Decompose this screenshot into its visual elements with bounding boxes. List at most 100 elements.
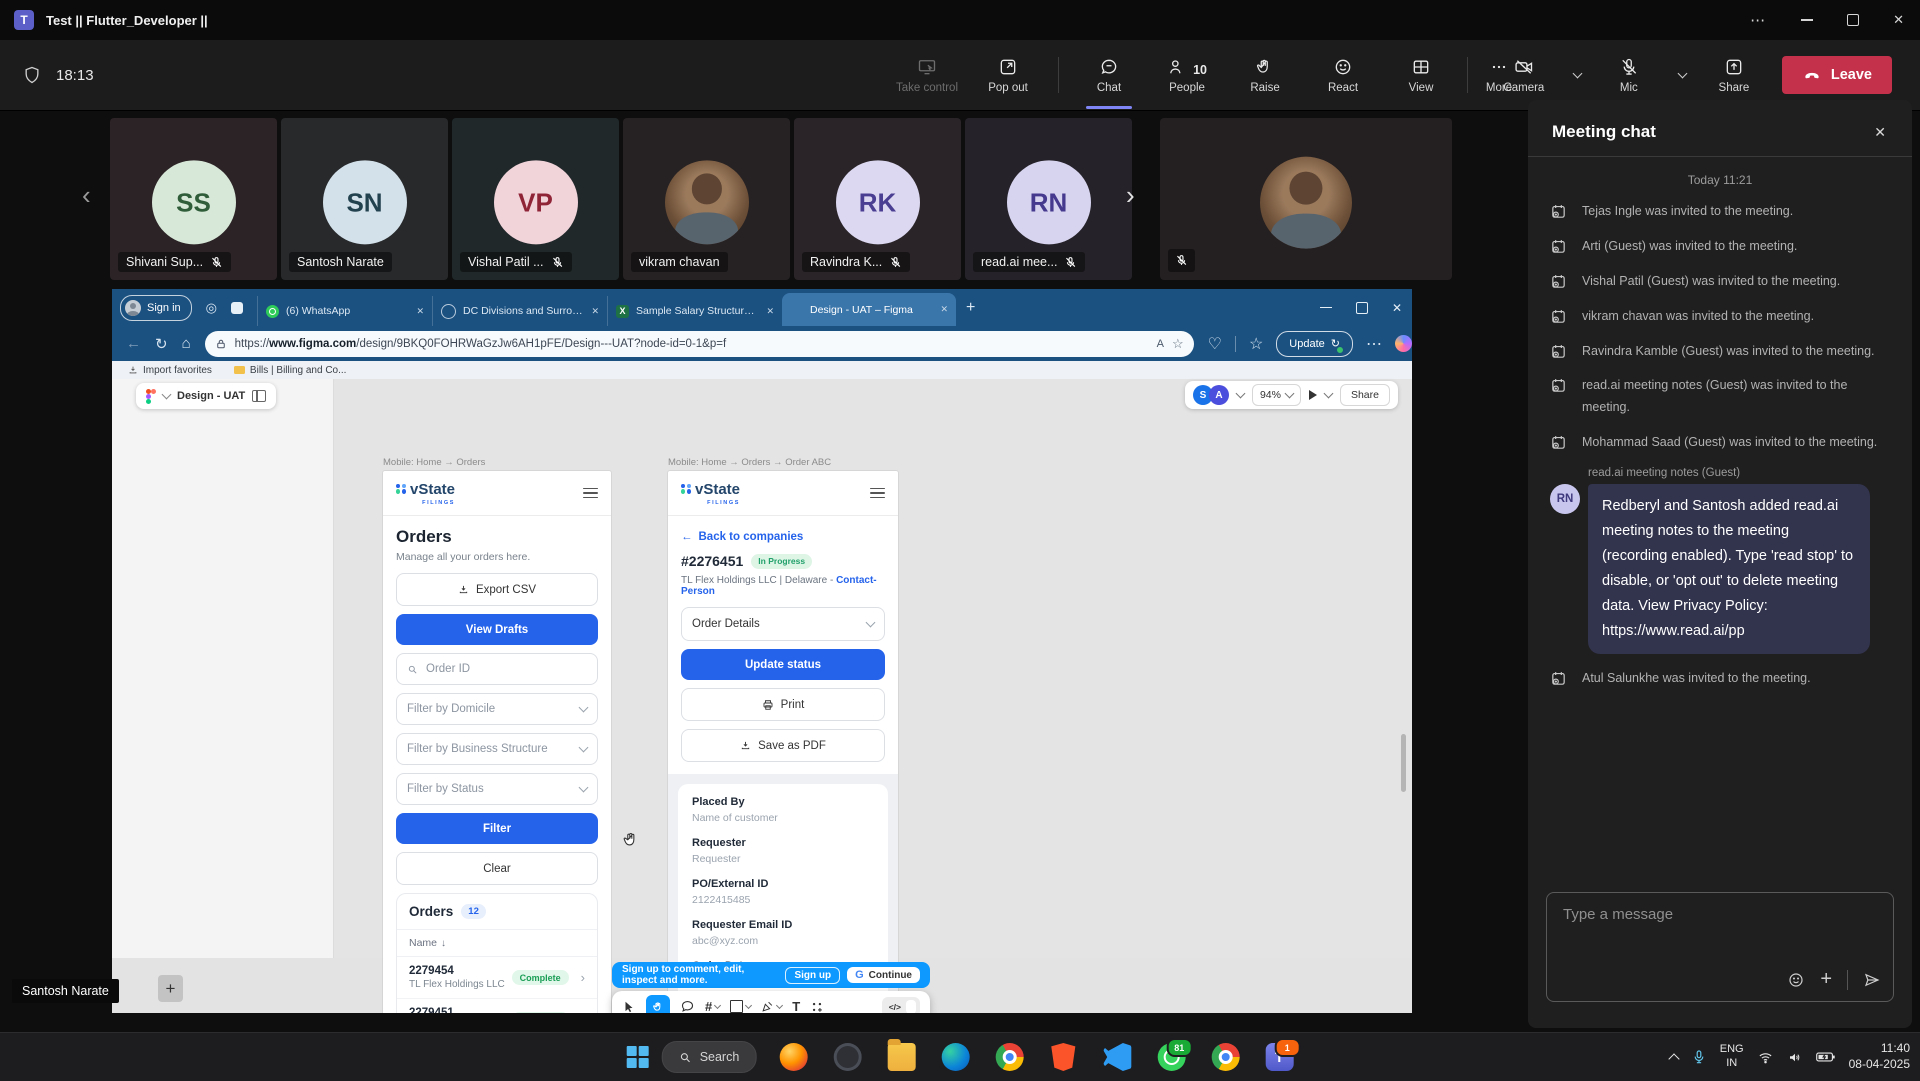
chat-button[interactable]: Chat (1073, 43, 1145, 107)
order-row[interactable]: 2279451TL Flex Holdings LLC Complete › (397, 999, 597, 1013)
home-icon[interactable]: ⌂ (182, 335, 191, 352)
google-continue-button[interactable]: GContinue (847, 967, 920, 983)
browser-maximize-button[interactable] (1356, 302, 1368, 314)
browser-menu-icon[interactable]: ⋯ (1366, 334, 1382, 354)
participant-tile[interactable]: RN read.ai mee... (965, 118, 1132, 280)
refresh-icon[interactable]: ↻ (155, 335, 168, 353)
hand-tool-icon[interactable] (646, 995, 670, 1014)
filter-dropdown[interactable]: Filter by Status (396, 773, 598, 805)
camera-options-chevron-icon[interactable] (1572, 69, 1582, 79)
window-more-icon[interactable]: ⋯ (1750, 11, 1767, 29)
favorite-star-icon[interactable]: ☆ (1172, 336, 1184, 352)
participant-tile[interactable]: RK Ravindra K... (794, 118, 961, 280)
emoji-icon[interactable] (1787, 971, 1805, 989)
tab-close-icon[interactable]: ✕ (940, 304, 948, 315)
taskbar-app-icon[interactable] (887, 1043, 915, 1071)
volume-icon[interactable] (1787, 1050, 1803, 1065)
taskbar-search-box[interactable]: Search (662, 1041, 757, 1073)
browser-minimize-button[interactable] (1320, 307, 1332, 309)
start-button[interactable] (627, 1046, 649, 1068)
workspaces-icon[interactable]: ◎ (206, 300, 217, 316)
order-row[interactable]: 2279454TL Flex Holdings LLC Complete › (397, 957, 597, 999)
import-favorites-link[interactable]: Import favorites (128, 365, 212, 376)
print-button[interactable]: Print (681, 688, 885, 721)
browser-essentials-icon[interactable]: ♡ (1208, 334, 1222, 354)
taskbar-app-icon[interactable] (833, 1043, 861, 1071)
browser-update-button[interactable]: Update ↻ (1276, 331, 1353, 357)
browser-signin-button[interactable]: Sign in (120, 295, 192, 321)
taskbar-app-icon[interactable]: 81 (1157, 1043, 1185, 1071)
tab-close-icon[interactable]: ✕ (591, 306, 599, 317)
taskbar-clock[interactable]: 11:4008-04-2025 (1849, 1041, 1910, 1072)
tray-overflow-chevron-icon[interactable] (1668, 1053, 1679, 1064)
chat-message-input[interactable]: Type a message + (1546, 892, 1894, 1002)
collaborators-chevron-icon[interactable] (1236, 389, 1246, 399)
filmstrip-scroll-right-icon[interactable]: › (1126, 182, 1135, 208)
taskbar-app-icon[interactable] (941, 1043, 969, 1071)
view-button[interactable]: View (1385, 43, 1457, 107)
comment-tool-icon[interactable] (680, 999, 695, 1013)
dev-mode-toggle[interactable]: </> (882, 997, 920, 1014)
url-field[interactable]: https://www.figma.com/design/9BKQ0FOHRWa… (205, 331, 1194, 357)
language-indicator[interactable]: ENGIN (1720, 1043, 1744, 1071)
filter-button[interactable]: Filter (396, 813, 598, 844)
react-button[interactable]: React (1307, 43, 1379, 107)
move-tool-icon[interactable] (622, 1000, 636, 1014)
figma-file-pill[interactable]: Design - UAT (136, 383, 276, 409)
taskbar-app-icon[interactable] (1103, 1043, 1131, 1071)
browser-tab[interactable]: Design - UAT – Figma ✕ (782, 293, 956, 326)
figma-frame-order-detail[interactable]: vStateFILINGS ←Back to companies #227645… (668, 471, 898, 1013)
taskbar-app-icon[interactable] (1211, 1043, 1239, 1071)
pop-out-button[interactable]: Pop out (972, 43, 1044, 107)
battery-icon[interactable] (1816, 1050, 1836, 1064)
save-as-pdf-button[interactable]: Save as PDF (681, 729, 885, 762)
back-icon[interactable]: ← (126, 335, 141, 352)
order-id-search-input[interactable]: Order ID (396, 653, 598, 685)
play-options-chevron-icon[interactable] (1324, 389, 1334, 399)
zoom-level-dropdown[interactable]: 94% (1252, 384, 1301, 406)
prototype-play-icon[interactable] (1309, 390, 1317, 400)
participant-tile[interactable]: vikram chavan (623, 118, 790, 280)
collections-icon[interactable]: ☆ (1249, 334, 1263, 354)
taskbar-app-icon[interactable] (995, 1043, 1023, 1071)
window-maximize-button[interactable] (1847, 14, 1859, 26)
window-close-button[interactable]: ✕ (1893, 12, 1904, 28)
zoom-plus-button[interactable]: + (158, 975, 183, 1002)
participant-tile[interactable]: SS Shivani Sup... (110, 118, 277, 280)
participant-tile[interactable] (1160, 118, 1452, 280)
resources-tool-icon[interactable] (810, 1000, 824, 1014)
new-tab-button[interactable]: + (966, 299, 975, 317)
browser-tab[interactable]: DC Divisions and Surroundings ✕ (432, 296, 607, 326)
copilot-icon[interactable] (1395, 335, 1412, 352)
share-button[interactable]: Share (1698, 43, 1770, 107)
figma-share-button[interactable]: Share (1340, 384, 1390, 406)
window-minimize-button[interactable] (1801, 19, 1813, 21)
browser-close-button[interactable]: ✕ (1392, 301, 1402, 315)
leave-button[interactable]: Leave (1782, 56, 1892, 94)
take-control-button[interactable]: Take control (888, 43, 966, 107)
read-aloud-icon[interactable]: A (1157, 338, 1164, 350)
filmstrip-scroll-left-icon[interactable]: ‹ (82, 182, 91, 208)
shape-tool-icon[interactable] (730, 1000, 751, 1013)
wifi-icon[interactable] (1757, 1050, 1774, 1065)
order-details-dropdown[interactable]: Order Details (681, 607, 885, 641)
camera-button[interactable]: Camera (1488, 43, 1560, 107)
tab-close-icon[interactable]: ✕ (766, 306, 774, 317)
participant-tile[interactable]: SN Santosh Narate (281, 118, 448, 280)
taskbar-app-icon[interactable] (1049, 1043, 1077, 1071)
taskbar-app-icon[interactable] (779, 1043, 807, 1071)
tray-mic-icon[interactable] (1691, 1049, 1707, 1065)
figma-frame-orders[interactable]: vStateFILINGS Orders Manage all your ord… (383, 471, 611, 1013)
filter-dropdown[interactable]: Filter by Business Structure (396, 733, 598, 765)
mic-options-chevron-icon[interactable] (1677, 69, 1687, 79)
attach-plus-icon[interactable]: + (1820, 968, 1832, 991)
participant-tile[interactable]: VP Vishal Patil ... (452, 118, 619, 280)
collaborator-avatar[interactable]: A (1209, 385, 1229, 405)
canvas-scrollbar[interactable] (1401, 734, 1406, 792)
layers-icon[interactable] (252, 390, 266, 402)
frame-tool-icon[interactable]: # (705, 999, 720, 1013)
send-icon[interactable] (1863, 971, 1881, 989)
figma-sign-up-button[interactable]: Sign up (785, 967, 840, 984)
mic-button[interactable]: Mic (1593, 43, 1665, 107)
browser-tab[interactable]: Sample Salary Structure with calc ✕ (607, 296, 782, 326)
